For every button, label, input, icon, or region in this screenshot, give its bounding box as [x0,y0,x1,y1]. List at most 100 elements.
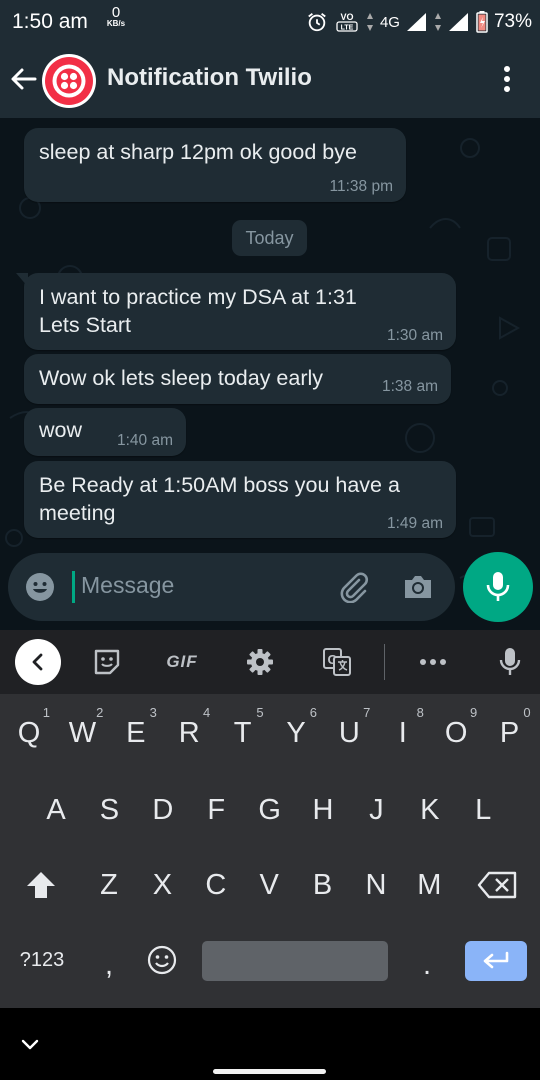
message-text: Wow ok lets sleep today early [39,366,324,390]
keyboard-toolbar: GIF G [0,630,540,694]
gear-icon [247,649,273,675]
message-bubble[interactable]: wow 1:40 am [24,408,186,456]
key-q-label: Q [17,716,41,749]
key-t-hint: 5 [256,705,264,720]
more-tools-button[interactable] [418,646,448,678]
emoji-key[interactable] [136,935,188,985]
data-activity-icon-2 [434,13,441,31]
key-r[interactable]: R4 [164,705,214,758]
gif-button[interactable]: GIF [158,646,206,678]
navigation-bar [0,1008,540,1080]
enter-icon [483,951,509,969]
key-m-label: M [417,868,442,901]
key-g-label: G [258,793,281,826]
key-j[interactable]: J [351,785,401,835]
key-f[interactable]: F [191,785,241,835]
key-r-hint: 4 [202,705,211,720]
message-text: I want to practice my DSA at 1:31 [39,285,357,309]
symbols-key[interactable]: ?123 [6,935,78,985]
contact-name[interactable]: Notification Twilio [107,64,312,92]
key-y[interactable]: Y6 [271,705,321,758]
enter-key[interactable] [465,941,527,981]
key-q[interactable]: Q1 [4,705,54,758]
shift-key[interactable] [8,860,74,910]
key-r-label: R [178,716,200,749]
key-e-hint: 3 [149,705,157,720]
key-k[interactable]: K [405,785,455,835]
key-v[interactable]: V [244,860,294,910]
chevron-down-icon[interactable] [18,1032,42,1056]
key-l[interactable]: L [458,785,508,835]
sticker-icon [94,649,120,675]
key-p-label: P [499,716,520,749]
message-text-line2: Lets Start [39,313,132,337]
message-bubble[interactable]: Wow ok lets sleep today early 1:38 am [24,354,451,404]
message-time: 1:40 am [116,432,173,449]
message-time: 1:38 am [381,378,438,395]
translate-icon: G [323,648,351,676]
more-options-icon[interactable] [494,64,520,94]
emoji-icon[interactable] [25,572,55,602]
period-key[interactable]: . [402,940,452,990]
attach-icon[interactable] [337,571,369,603]
shift-icon [27,872,55,898]
message-input[interactable]: Message [81,572,174,599]
key-v-label: V [259,868,279,901]
key-n[interactable]: N [351,860,401,910]
key-d[interactable]: D [138,785,188,835]
key-e[interactable]: E3 [111,705,161,758]
key-u-label: U [338,716,360,749]
toolbar-divider [384,644,385,680]
key-i-label: I [398,716,407,749]
key-w-hint: 2 [96,705,104,720]
contact-avatar[interactable] [42,54,96,108]
key-w[interactable]: W2 [57,705,107,758]
key-a[interactable]: A [31,785,81,835]
back-arrow-icon[interactable] [8,64,38,94]
message-bubble[interactable]: sleep at sharp 12pm ok good bye 11:38 pm [24,128,406,202]
key-c[interactable]: C [191,860,241,910]
battery-icon [476,11,488,33]
key-i[interactable]: I8 [378,705,428,758]
screen: 1:50 am 0 KB/s VO LTE 4G 73% Notification… [0,0,540,1080]
message-composer[interactable]: Message [8,553,455,621]
comma-key[interactable]: , [84,940,134,990]
camera-icon[interactable] [402,573,434,601]
voice-typing-button[interactable] [496,646,524,678]
key-f-label: F [207,793,226,826]
key-u[interactable]: U7 [324,705,374,758]
key-t[interactable]: T5 [218,705,268,758]
home-handle[interactable] [213,1069,326,1074]
key-i-hint: 8 [416,705,424,720]
keyboard-collapse-button[interactable] [15,639,61,685]
key-o-hint: 9 [469,705,478,720]
key-m[interactable]: M [404,860,454,910]
ellipsis-icon [420,659,446,665]
key-p[interactable]: P0 [485,705,535,758]
message-time: 11:38 pm [329,178,393,195]
microphone-icon [499,648,521,675]
message-bubble[interactable]: I want to practice my DSA at 1:31 Lets S… [16,273,456,350]
symbols-key-label: ?123 [19,948,65,971]
space-key[interactable] [202,941,388,981]
key-s[interactable]: S [84,785,134,835]
sticker-button[interactable] [92,646,122,678]
text-caret [72,571,75,603]
key-j-label: J [369,793,384,826]
key-z[interactable]: Z [84,860,134,910]
key-b[interactable]: B [298,860,348,910]
translate-button[interactable]: G [322,646,352,678]
chat-header: Notification Twilio [0,44,540,118]
key-o[interactable]: O9 [431,705,481,758]
key-q-hint: 1 [42,705,50,720]
message-bubble[interactable]: Be Ready at 1:50AM boss you have a meeti… [24,461,456,538]
key-h[interactable]: H [298,785,348,835]
backspace-key[interactable] [465,860,529,910]
key-p-hint: 0 [523,705,531,720]
key-g[interactable]: G [245,785,295,835]
key-x[interactable]: X [137,860,187,910]
network-speed-unit: KB/s [106,19,126,28]
voice-record-button[interactable] [463,552,533,622]
keyboard-settings-button[interactable] [244,646,276,678]
message-time: 1:49 am [386,515,443,532]
